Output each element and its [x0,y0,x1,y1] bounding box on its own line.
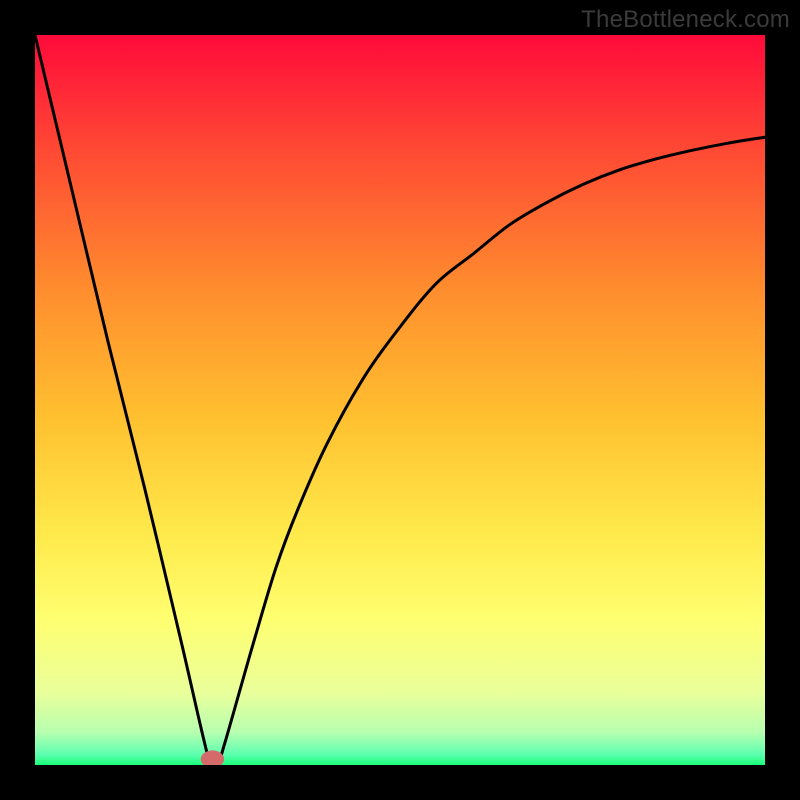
gradient-background [35,35,765,765]
plot-area [35,35,765,765]
bottleneck-chart [35,35,765,765]
chart-frame: TheBottleneck.com [0,0,800,800]
watermark-text: TheBottleneck.com [581,6,790,34]
